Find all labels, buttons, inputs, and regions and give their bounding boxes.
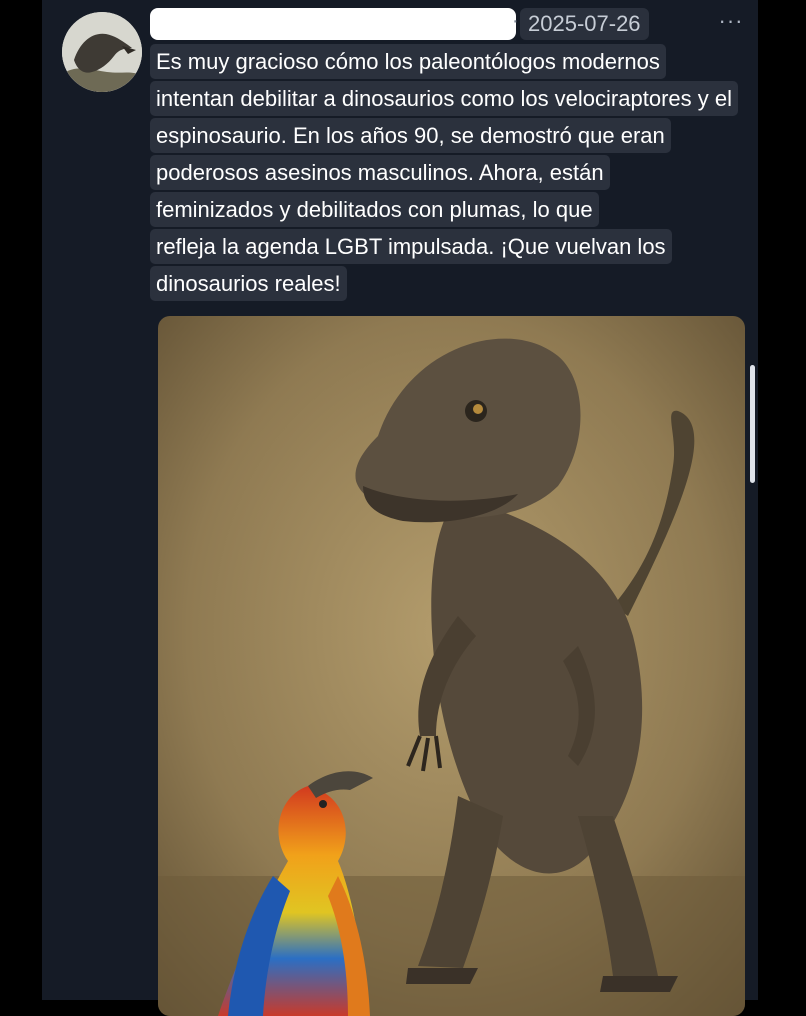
avatar[interactable]	[62, 12, 142, 92]
avatar-image	[62, 12, 142, 92]
scrollbar-thumb[interactable]	[750, 365, 755, 483]
more-options-button[interactable]: ···	[714, 10, 748, 38]
post-image[interactable]	[158, 316, 745, 1016]
date-separator: ·	[512, 10, 519, 32]
post-text-line: Es muy gracioso cómo los paleontólogos m…	[150, 44, 666, 79]
post-text-line: espinosaurio. En los años 90, se demostr…	[150, 118, 671, 153]
more-horizontal-icon: ···	[718, 8, 744, 33]
post-date: 2025-07-26	[520, 8, 649, 40]
post-text-line: intentan debilitar a dinosaurios como lo…	[150, 81, 738, 116]
post-text: Es muy gracioso cómo los paleontólogos m…	[150, 44, 760, 303]
username-redaction	[150, 8, 516, 40]
post-text-line: refleja la agenda LGBT impulsada. ¡Que v…	[150, 229, 672, 264]
post-text-line: feminizados y debilitados con plumas, lo…	[150, 192, 599, 227]
post-text-line: dinosaurios reales!	[150, 266, 347, 301]
post-text-line: poderosos asesinos masculinos. Ahora, es…	[150, 155, 610, 190]
dinosaur-illustration	[158, 316, 745, 1016]
